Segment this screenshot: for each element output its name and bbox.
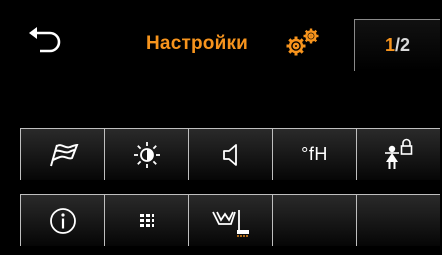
speaker-icon [222,143,237,166]
tile-language[interactable] [20,128,104,180]
tile-menu[interactable] [104,194,188,246]
water-hardness-label: °fH [301,144,328,164]
tile-water-hardness[interactable]: °fH [272,128,356,180]
child-lock-icon [384,138,412,169]
menu-grid-icon [139,213,154,227]
tile-empty-2 [356,194,440,246]
tile-brightness[interactable] [104,128,188,180]
back-arrow-icon [29,27,61,53]
tile-descale[interactable] [188,194,272,246]
page-total: 2 [400,35,411,55]
tile-sound[interactable] [188,128,272,180]
gears-icon [286,28,319,56]
tile-child-lock[interactable] [356,128,440,180]
page-title: Настройки [146,33,249,54]
back-button[interactable] [20,20,72,58]
page-indicator-tab[interactable]: 1 / 2 [354,19,440,71]
tile-info[interactable] [20,194,104,246]
flag-icon [49,143,78,166]
brightness-icon [133,141,160,168]
tile-empty-1 [272,194,356,246]
page-current: 1 [384,35,395,55]
settings-screen: Настройки 1 / 2 °fH [0,0,442,255]
descale-icon [211,209,249,237]
info-icon [49,207,76,234]
